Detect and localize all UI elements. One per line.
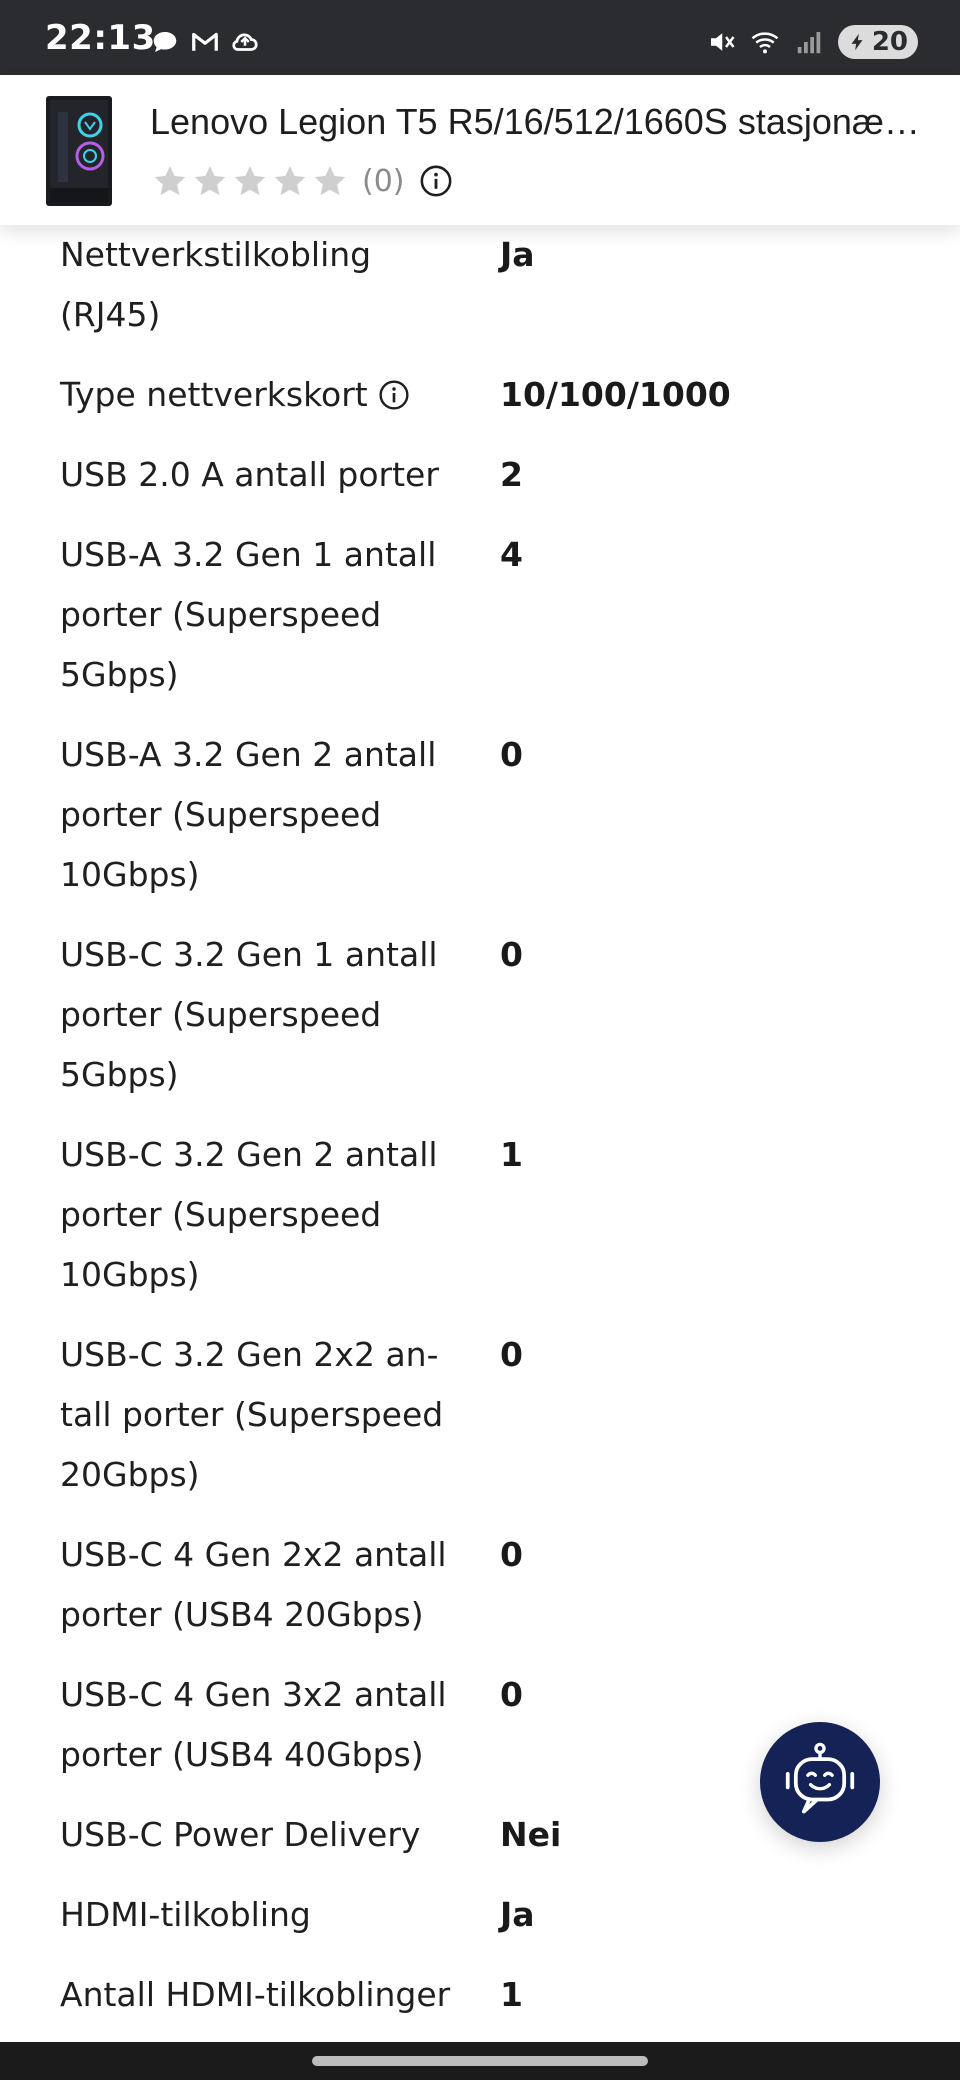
home-indicator[interactable] xyxy=(312,2056,648,2066)
spec-label: USB-C 4 Gen 3x2 antall porter (USB4 40Gbp… xyxy=(60,1675,447,1774)
mute-vibrate-icon xyxy=(710,33,735,51)
spec-label: USB-C 3.2 Gen 1 antall porter (Superspeed… xyxy=(60,935,438,1094)
star-icon xyxy=(194,166,226,196)
wifi-icon xyxy=(751,32,779,54)
star-icon xyxy=(314,166,346,196)
spec-label: USB-C Power Delivery xyxy=(60,1815,421,1854)
spec-label: USB-C 3.2 Gen 2 antall porter (Superspeed… xyxy=(60,1135,438,1294)
product-thumbnail[interactable] xyxy=(38,92,120,210)
spec-row: USB-A 3.2 Gen 2 antall porter (Superspeed… xyxy=(60,725,920,905)
signal-icon xyxy=(797,32,821,54)
spec-row: Nettverkstilkobling (RJ45) Ja xyxy=(60,225,920,345)
spec-value: 0 xyxy=(500,1675,523,1714)
review-count[interactable]: (0) xyxy=(362,164,405,199)
spec-value: 2 xyxy=(500,455,523,494)
nav-bar xyxy=(0,2042,960,2080)
spec-value: 1 xyxy=(500,1975,523,2014)
gmail-icon xyxy=(192,32,218,51)
spec-row: USB-C 3.2 Gen 2 antall porter (Superspeed… xyxy=(60,1125,920,1305)
robot-chat-icon xyxy=(785,1742,855,1814)
spec-label: HDMI-tilkobling xyxy=(60,1895,311,1934)
spec-row: USB-C 4 Gen 2x2 antall porter (USB4 20Gbp… xyxy=(60,1525,920,1645)
notification-icons xyxy=(150,27,260,57)
spec-value: 0 xyxy=(500,735,523,774)
product-title[interactable]: Lenovo Legion T5 R5/16/512/1660S stasjon… xyxy=(150,101,920,143)
battery-level: 20 xyxy=(871,27,908,57)
spec-row: HDMI-tilkobling Ja xyxy=(60,1885,920,1945)
spec-label: USB-A 3.2 Gen 1 antall porter (Superspeed… xyxy=(60,535,437,694)
spec-value: 1 xyxy=(500,1135,523,1174)
battery-saver-icon xyxy=(851,33,863,51)
star-icon xyxy=(274,166,306,196)
spec-value: 0 xyxy=(500,935,523,974)
star-icon xyxy=(154,166,186,196)
spec-row: Type nettverkskort 10/100/1000 xyxy=(60,365,920,425)
spec-row: USB-C 3.2 Gen 2x2 an-tall porter (Supers… xyxy=(60,1325,920,1505)
info-icon[interactable] xyxy=(378,379,410,411)
spec-label: USB 2.0 A antall porter xyxy=(60,455,439,494)
spec-row: Antall HDMI-tilkoblinger 1 xyxy=(60,1965,920,2025)
spec-row: USB-A 3.2 Gen 1 antall porter (Superspeed… xyxy=(60,525,920,705)
spec-label: USB-A 3.2 Gen 2 antall porter (Superspeed… xyxy=(60,735,437,894)
spec-label: Type nettverkskort xyxy=(60,365,455,425)
chat-bubble-icon xyxy=(153,32,177,52)
spec-value: 10/100/1000 xyxy=(500,375,731,414)
spec-label: USB-C 4 Gen 2x2 antall porter (USB4 20Gbp… xyxy=(60,1535,447,1634)
rating-row[interactable]: (0) xyxy=(152,159,453,203)
spec-row: USB 2.0 A antall porter 2 xyxy=(60,445,920,505)
cloud-sync-icon xyxy=(232,33,258,51)
battery-indicator: 20 xyxy=(837,25,918,59)
spec-row: USB-C 3.2 Gen 1 antall porter (Superspeed… xyxy=(60,925,920,1105)
spec-label: Antall HDMI-tilkoblinger xyxy=(60,1975,451,2014)
status-bar: 22:13 20 xyxy=(0,0,960,75)
chatbot-button[interactable] xyxy=(760,1722,880,1842)
system-icons: 20 xyxy=(706,24,918,60)
spec-value: 0 xyxy=(500,1535,523,1574)
spec-value: Nei xyxy=(500,1815,562,1854)
spec-label: Nettverkstilkobling (RJ45) xyxy=(60,235,372,334)
spec-value: Ja xyxy=(500,235,535,274)
status-time: 22:13 xyxy=(45,18,156,58)
spec-value: 0 xyxy=(500,1335,523,1374)
spec-label: USB-C 3.2 Gen 2x2 an-tall porter (Supers… xyxy=(60,1335,444,1494)
spec-value: Ja xyxy=(500,1895,535,1934)
info-icon[interactable] xyxy=(419,164,453,198)
star-icon xyxy=(234,166,266,196)
product-header[interactable]: Lenovo Legion T5 R5/16/512/1660S stasjon… xyxy=(0,75,960,225)
spec-value: 4 xyxy=(500,535,523,574)
